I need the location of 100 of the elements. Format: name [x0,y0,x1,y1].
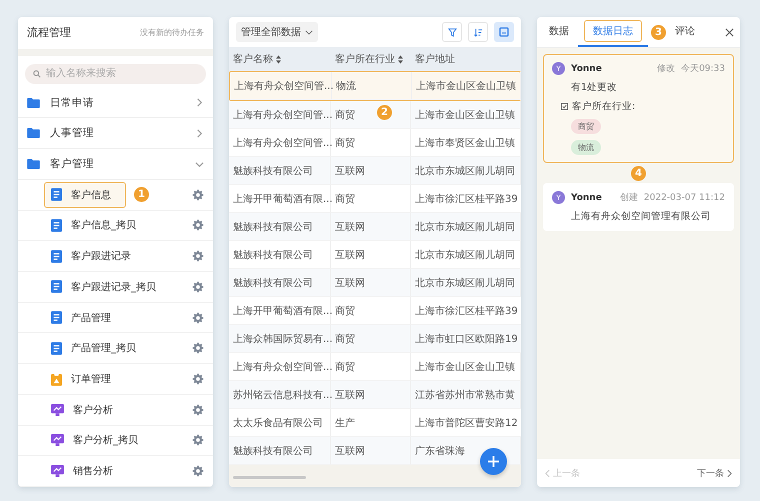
table-row[interactable]: 魅族科技有限公司 互联网 北京市东城区闹儿胡同 [229,269,521,297]
filter-icon [448,28,456,36]
table-cell: 上海市金山区金山卫镇 [411,101,521,129]
callout-badge: 1 [134,187,149,202]
gear-icon[interactable] [192,312,204,324]
table-cell: 北京市东城区闹儿胡同 [411,213,521,241]
sort-icon [474,28,482,36]
close-button[interactable] [725,28,734,36]
form-item[interactable]: 客户信息 [44,182,126,208]
document-icon [51,280,62,294]
selected-row[interactable]: 上海有舟众创空间管... 物流 上海市金山区金山卫镇 [229,71,521,101]
table-cell: 商贸 [331,325,411,353]
folder-icon [27,98,40,108]
column-header[interactable]: 客户所在行业 [331,47,411,71]
document-icon [51,342,62,355]
time-text: 2022-03-07 11:12 [644,192,725,202]
form-item[interactable]: 客户分析_拷贝 [44,427,145,454]
gear-icon[interactable] [192,342,204,354]
column-header[interactable]: 客户地址 [411,47,521,71]
new-value-tag: 物流 [571,140,601,155]
monitor-chart-icon [51,404,64,416]
gear-icon[interactable] [192,219,204,232]
table-cell: 互联网 [331,381,411,409]
table-cell: 物流 [332,72,412,100]
action-text: 修改 [657,62,676,75]
gear-icon[interactable] [192,434,204,446]
chevron-left-icon [545,468,550,478]
folder-item[interactable]: 日常申请 [18,88,213,118]
form-item[interactable]: 客户跟进记录 [44,243,138,270]
table-cell: 互联网 [331,157,411,185]
folder-icon [27,128,40,138]
search-field[interactable]: 输入名称来搜索 [25,64,206,84]
clipboard-icon [51,372,62,386]
table-cell: 魅族科技有限公司 [229,157,331,185]
next-button[interactable]: 下一条 [697,466,732,480]
table-row[interactable]: 魅族科技有限公司 互联网 北京市东城区闹儿胡同 [229,213,521,241]
change-summary: 有1处更改 [570,81,618,94]
form-item[interactable]: 客户信息_拷贝 [44,212,143,238]
plus-icon [488,456,499,467]
close-icon [725,28,734,36]
table-cell: 互联网 [331,269,411,297]
time-text: 今天09:33 [681,62,725,75]
scrollbar[interactable] [233,476,306,479]
filter-button[interactable] [442,22,462,42]
gear-icon[interactable] [192,404,204,416]
view-icon [499,27,509,37]
table-cell: 互联网 [331,213,411,241]
tab[interactable]: 评论 [669,17,701,47]
record-text: 上海有舟众创空间管理有限公司 [570,210,712,223]
gear-icon[interactable] [192,250,204,262]
user-name: Yonne [571,64,602,74]
form-item[interactable]: 客户跟进记录_拷贝 [44,274,163,300]
callout-badge: 3 [651,24,666,40]
table-row[interactable]: 魅族科技有限公司 互联网 北京市东城区闹儿胡同 [229,157,521,185]
table-cell: 上海有舟众创空间管... [229,101,331,129]
status-text: 没有新的待办任务 [140,27,204,38]
view-button[interactable] [494,22,514,42]
table-cell: 上海市虹口区欧阳路19 [411,325,521,353]
document-icon [51,311,62,324]
table-cell: 上海有舟众创空间管... [230,72,332,100]
table-cell: 北京市东城区闹儿胡同 [411,269,521,297]
search-icon [33,70,41,78]
form-item[interactable]: 产品管理_拷贝 [44,335,143,362]
table-cell: 江苏省苏州市常熟市黄 [411,381,521,409]
scope-dropdown[interactable]: 管理全部数据 [236,22,318,42]
form-item[interactable]: 产品管理 [44,304,118,331]
table-cell: 上海众韩国际贸易有... [229,325,331,353]
monitor-chart-icon [51,434,64,446]
tab[interactable]: 数据 [543,17,575,47]
gear-icon[interactable] [192,280,204,293]
column-header[interactable]: 客户名称 [229,47,331,71]
sort-icon[interactable] [398,54,403,64]
chevron-down-icon [305,30,313,34]
document-icon [51,188,62,202]
folder-item[interactable]: 客户管理 [18,149,213,180]
monitor-chart-icon [51,465,64,478]
folder-item[interactable]: 人事管理 [18,118,213,150]
table-cell: 魅族科技有限公司 [229,269,331,297]
gear-icon[interactable] [192,465,204,478]
checkbox-icon [561,103,568,110]
table-cell: 苏州铭云信息科技有... [229,381,331,409]
table-row[interactable]: 苏州铭云信息科技有... 互联网 江苏省苏州市常熟市黄 [229,381,521,409]
table-row[interactable]: 上海众韩国际贸易有... 商贸 上海市虹口区欧阳路19 [229,325,521,353]
folder-icon [27,159,40,169]
table-row[interactable]: 魅族科技有限公司 互联网 广东省珠海 [229,437,521,465]
callout-badge: 4 [631,166,646,180]
form-item[interactable]: 客户分析 [44,396,120,423]
table-cell: 北京市东城区闹儿胡同 [411,157,521,185]
table-cell: 魅族科技有限公司 [229,213,331,241]
document-icon [51,218,62,232]
table-cell: 上海市金山区金山卫镇 [412,72,521,100]
form-item[interactable]: 订单管理 [44,366,118,392]
panel-title: 流程管理 [27,25,71,40]
chevron-right-icon [727,468,732,478]
form-item[interactable]: 销售分析 [44,458,120,484]
action-text: 创建 [620,192,638,204]
gear-icon[interactable] [192,373,204,386]
sort-button[interactable] [468,22,488,42]
sort-icon[interactable] [276,54,281,64]
gear-icon[interactable] [192,188,204,201]
